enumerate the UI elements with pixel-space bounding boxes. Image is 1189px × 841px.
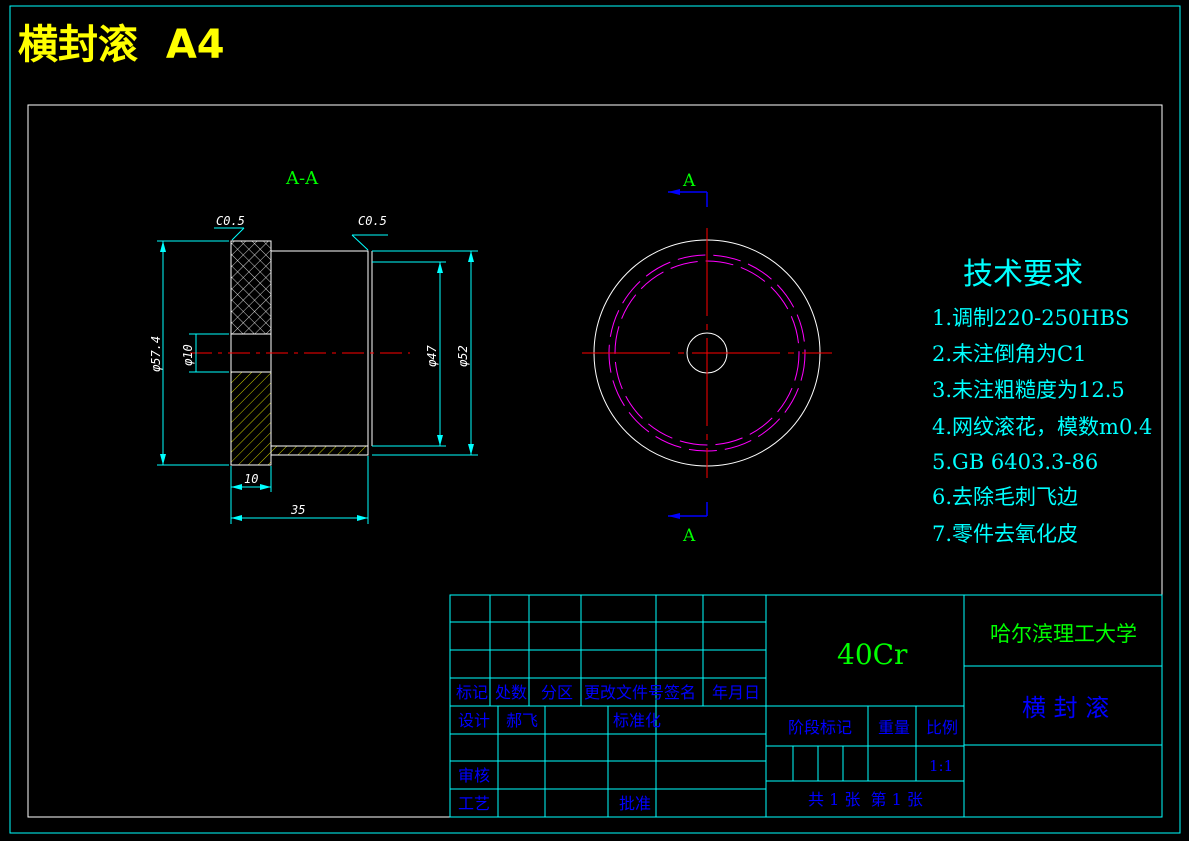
process-label: 工艺 [458, 794, 490, 813]
header-mark: 标记 [456, 683, 488, 702]
standard-label: 标准化 [613, 711, 661, 730]
header-sign: 签名 [664, 683, 696, 702]
tech-item: 7.零件去氧化皮 [932, 522, 1078, 546]
header-doc: 更改文件号 [584, 683, 664, 702]
dim-arrow [437, 435, 443, 446]
header-date: 年月日 [712, 683, 760, 702]
section-mark-bottom: A [682, 526, 696, 546]
section-arrow-top [668, 189, 680, 195]
school-name: 哈尔滨理工大学 [990, 622, 1137, 646]
chamfer-leader-right-2 [351, 234, 369, 251]
designer-name: 郝飞 [506, 711, 538, 730]
design-label: 设计 [458, 711, 490, 730]
dim-arrow [231, 484, 242, 490]
dim-inner-dia: φ47 [425, 345, 439, 367]
dim-arrow [160, 454, 166, 465]
review-label: 审核 [458, 766, 490, 785]
section-label: A-A [285, 168, 319, 189]
stage-label: 阶段标记 [788, 718, 852, 737]
dim-arrow [231, 515, 242, 521]
sheet-count: 共 1 张 第 1 张 [808, 790, 923, 809]
approve-label: 批准 [619, 794, 651, 813]
header-count: 处数 [495, 683, 527, 702]
weight-label: 重量 [878, 718, 910, 737]
dim-total-len: 35 [290, 503, 305, 517]
tech-item: 2.未注倒角为C1 [932, 342, 1086, 366]
tech-item: 5.GB 6403.3-86 [932, 450, 1098, 474]
body-wall-hatch [270, 445, 369, 456]
title-block-text: 标记 处数 分区 更改文件号 签名 年月日 设计 郝飞 标准化 审核 工艺 批准… [456, 622, 1137, 813]
scale-label: 比例 [926, 718, 958, 737]
tech-item: 3.未注粗糙度为12.5 [932, 378, 1125, 402]
tech-requirements: 技术要求 1.调制220-250HBS 2.未注倒角为C1 3.未注粗糙度为12… [932, 257, 1152, 546]
dim-arrow [437, 262, 443, 273]
body-outline [271, 250, 369, 447]
part-name: 横 封 滚 [1022, 694, 1109, 722]
dim-arrow [160, 241, 166, 252]
tech-title: 技术要求 [963, 257, 1083, 292]
page-title: 横封滚 A4 [18, 22, 225, 68]
material: 40Cr [837, 638, 908, 671]
front-view: A A [582, 171, 832, 546]
flange-lower-hatch [230, 371, 272, 466]
dim-arrow [260, 484, 271, 490]
dim-body-dia: φ52 [456, 345, 470, 367]
section-view: A-A C0.5 C0.5 φ57.4 φ10 φ47 φ52 10 35 [149, 168, 478, 524]
dim-bore-dia: φ10 [181, 344, 195, 366]
tech-item: 6.去除毛刺飞边 [932, 485, 1078, 509]
dim-outer-dia: φ57.4 [149, 336, 163, 372]
scale-value: 1:1 [929, 757, 953, 775]
drawing-sheet: 横封滚 A4 A-A C0.5 C0.5 φ57.4 φ10 φ47 φ52 1… [9, 5, 1181, 834]
chamfer-left-label: C0.5 [216, 214, 245, 228]
tech-item: 1.调制220-250HBS [932, 306, 1129, 330]
dim-arrow [357, 515, 368, 521]
chamfer-leader-left-2 [231, 227, 245, 241]
chamfer-right-label: C0.5 [358, 214, 387, 228]
dim-flange-len: 10 [244, 472, 258, 486]
tech-item: 4.网纹滚花，模数m0.4 [932, 415, 1152, 439]
section-arrow-bottom [668, 513, 680, 519]
header-zone: 分区 [541, 683, 573, 702]
dim-arrow [468, 251, 474, 262]
section-mark-top: A [682, 171, 696, 191]
dim-arrow [468, 444, 474, 455]
